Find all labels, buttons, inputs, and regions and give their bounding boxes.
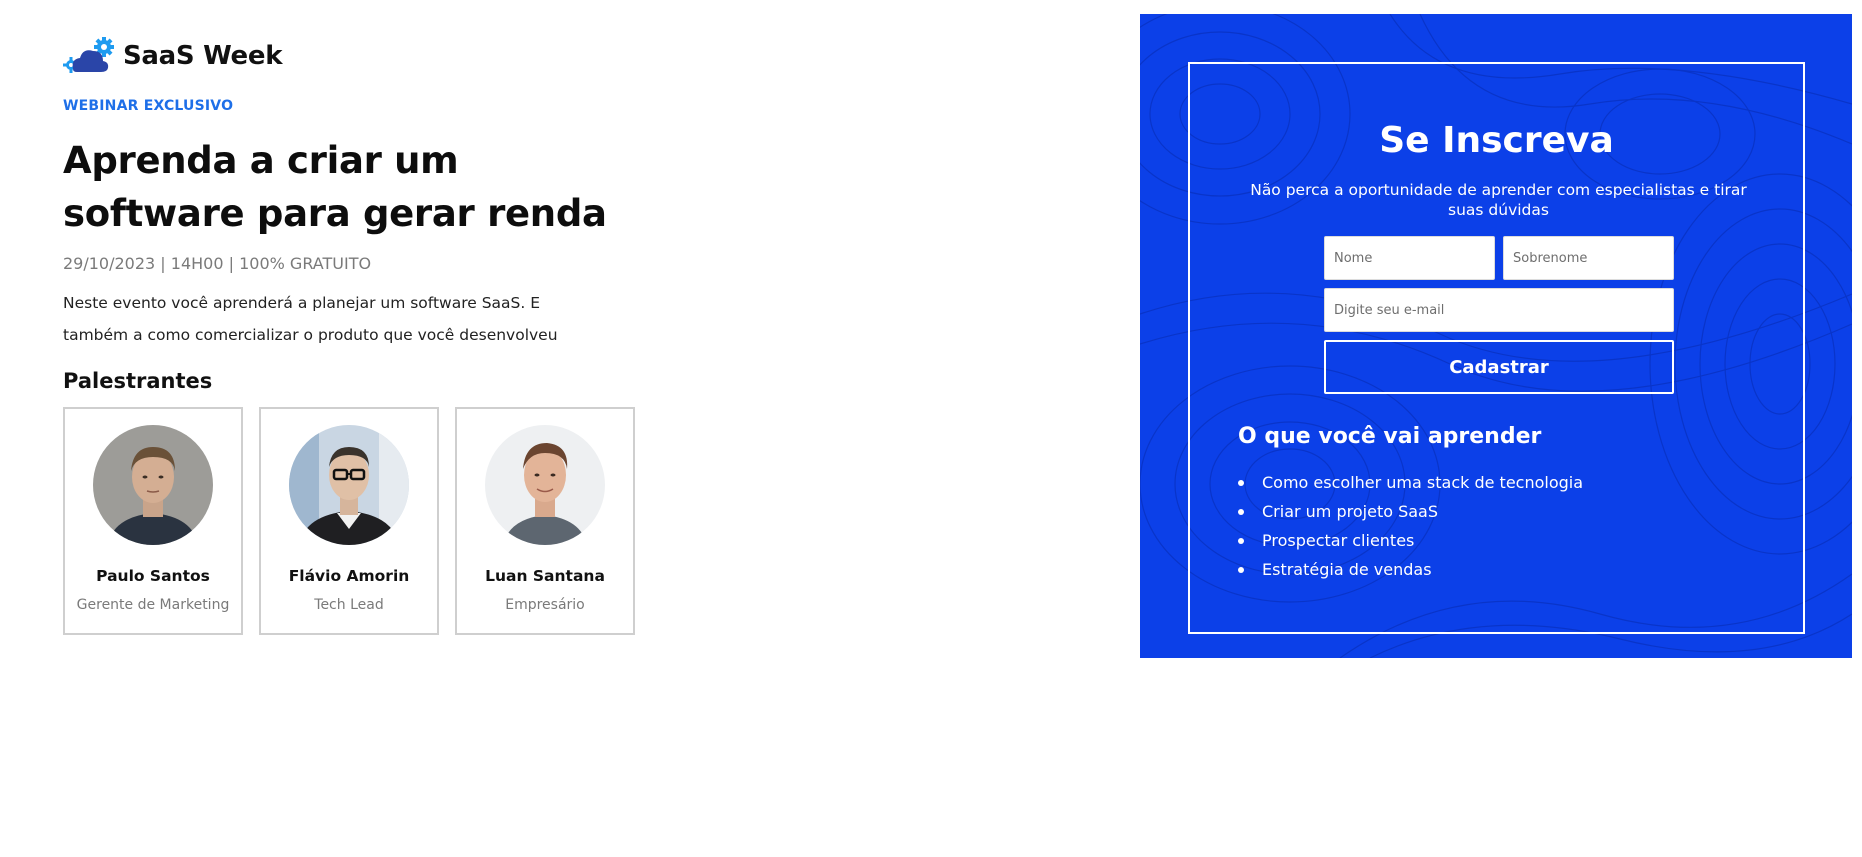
bullet-icon — [1238, 479, 1244, 486]
brand-name: SaaS Week — [123, 41, 283, 71]
list-item: Criar um projeto SaaS — [1238, 497, 1583, 526]
list-item-label: Estratégia de vendas — [1262, 560, 1432, 579]
speaker-role: Gerente de Marketing — [76, 597, 230, 613]
first-name-input[interactable]: Nome — [1324, 236, 1495, 280]
signup-panel: Se Inscreva Não perca a oportunidade de … — [1140, 14, 1852, 658]
speaker-name: Luan Santana — [485, 567, 605, 585]
email-input[interactable]: Digite seu e-mail — [1324, 288, 1674, 332]
list-item-label: Como escolher uma stack de tecnologia — [1262, 473, 1584, 492]
speaker-role: Empresário — [505, 597, 585, 613]
list-item: Como escolher uma stack de tecnologia — [1238, 468, 1583, 497]
speakers-title: Palestrantes — [63, 369, 213, 393]
learn-list: Como escolher uma stack de tecnologia Cr… — [1238, 468, 1583, 584]
signup-frame: Se Inscreva Não perca a oportunidade de … — [1188, 62, 1805, 634]
bullet-icon — [1238, 566, 1244, 573]
title-line-1: Aprenda a criar um — [63, 139, 459, 182]
speaker-avatar — [93, 425, 213, 545]
learn-title: O que você vai aprender — [1238, 424, 1542, 449]
signup-title: Se Inscreva — [1379, 120, 1614, 161]
signup-form: Nome Sobrenome Digite seu e-mail Cadastr… — [1324, 236, 1674, 394]
list-item: Prospectar clientes — [1238, 526, 1583, 555]
eyebrow-label: WEBINAR EXCLUSIVO — [63, 98, 234, 114]
speaker-card: Paulo Santos Gerente de Marketing — [63, 407, 243, 635]
speaker-avatar — [289, 425, 409, 545]
submit-button[interactable]: Cadastrar — [1324, 340, 1674, 394]
page-title: Aprenda a criar um software para gerar r… — [63, 134, 663, 240]
speaker-name: Paulo Santos — [96, 567, 210, 585]
list-item-label: Prospectar clientes — [1262, 531, 1415, 550]
title-line-2: software para gerar renda — [63, 192, 607, 235]
bullet-icon — [1238, 537, 1244, 544]
brand[interactable]: SaaS Week — [63, 36, 663, 76]
speaker-avatar — [485, 425, 605, 545]
speaker-role: Tech Lead — [314, 597, 384, 613]
event-description: Neste evento você aprenderá a planejar u… — [63, 294, 558, 344]
speakers-list: Paulo Santos Gerente de Marketing Flávio… — [63, 407, 663, 635]
list-item-label: Criar um projeto SaaS — [1262, 502, 1439, 521]
speaker-card: Flávio Amorin Tech Lead — [259, 407, 439, 635]
speaker-card: Luan Santana Empresário — [455, 407, 635, 635]
speaker-name: Flávio Amorin — [288, 567, 410, 585]
bullet-icon — [1238, 508, 1244, 515]
event-meta: 29/10/2023 | 14H00 | 100% GRATUITO — [63, 254, 372, 273]
event-info: SaaS Week WEBINAR EXCLUSIVO Aprenda a cr… — [63, 36, 663, 635]
last-name-input[interactable]: Sobrenome — [1503, 236, 1674, 280]
cloud-gear-icon — [63, 37, 115, 75]
signup-subtitle: Não perca a oportunidade de aprender com… — [1250, 181, 1747, 219]
list-item: Estratégia de vendas — [1238, 555, 1583, 584]
